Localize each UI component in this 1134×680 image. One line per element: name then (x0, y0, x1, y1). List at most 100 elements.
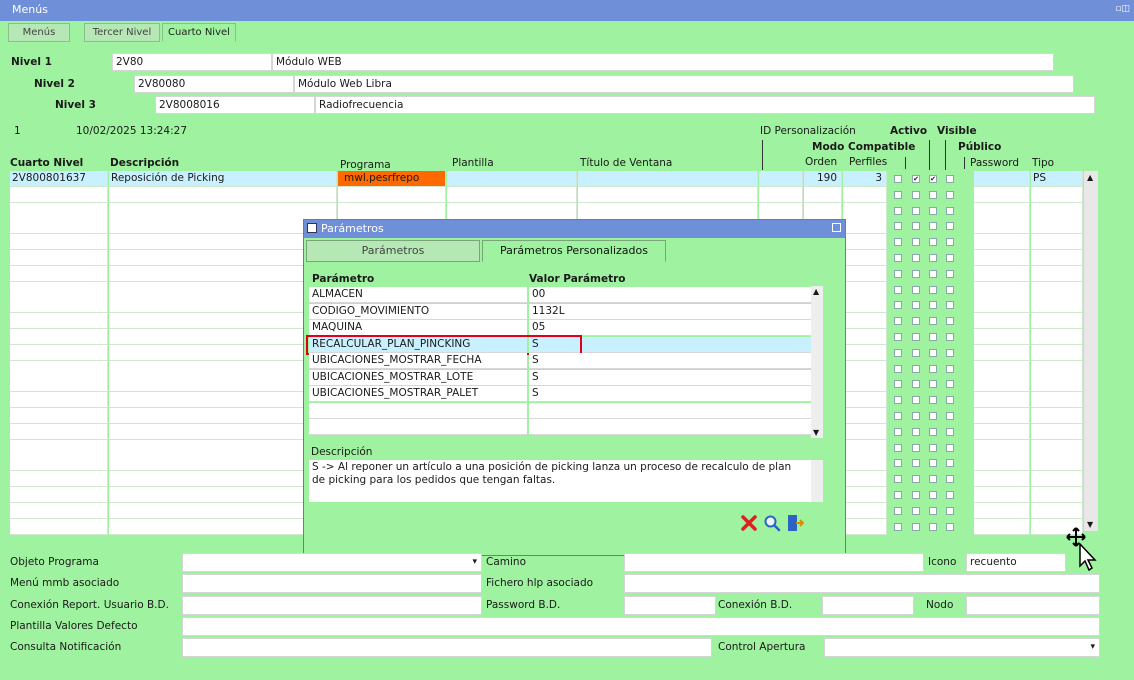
row-checkbox[interactable] (946, 443, 954, 452)
icono-field[interactable]: recuento (966, 553, 1066, 572)
table-cell[interactable] (974, 360, 1030, 377)
table-cell[interactable] (10, 313, 108, 330)
table-cell[interactable] (10, 329, 108, 345)
table-cell[interactable] (10, 408, 108, 424)
param-name[interactable] (309, 419, 527, 435)
table-cell[interactable] (1031, 265, 1083, 282)
table-cell[interactable] (10, 518, 108, 535)
nivel3-name-field[interactable]: Radiofrecuencia (315, 96, 1095, 114)
table-cell[interactable] (974, 218, 1030, 235)
table-cell[interactable] (974, 455, 1030, 472)
row-checkbox[interactable] (929, 364, 937, 373)
table-row[interactable] (10, 186, 1096, 203)
row-checkbox[interactable] (946, 364, 954, 373)
row-checkbox[interactable] (929, 301, 937, 310)
row-checkbox[interactable] (894, 364, 902, 373)
table-cell[interactable] (1031, 186, 1083, 203)
row-checkbox[interactable] (946, 190, 954, 199)
table-cell[interactable] (974, 234, 1030, 251)
nodo-field[interactable] (966, 596, 1100, 615)
scroll-down-icon[interactable]: ▼ (813, 428, 819, 437)
row-checkbox[interactable] (894, 333, 902, 341)
row-checkbox[interactable] (912, 222, 920, 231)
table-cell[interactable] (974, 344, 1030, 361)
table-cell[interactable] (843, 360, 887, 377)
row-checkbox[interactable] (946, 254, 954, 262)
conexion-report-field[interactable] (182, 596, 482, 615)
table-cell[interactable] (578, 186, 758, 203)
table-cell[interactable] (843, 281, 887, 298)
row-checkbox[interactable] (946, 206, 954, 215)
row-checkbox[interactable] (929, 254, 937, 262)
table-cell[interactable] (10, 265, 108, 282)
param-name[interactable]: UBICACIONES_MOSTRAR_LOTE (309, 369, 527, 386)
table-cell[interactable] (10, 423, 108, 440)
table-cell[interactable] (1031, 360, 1083, 377)
param-value[interactable]: S (529, 336, 821, 353)
table-cell[interactable] (447, 186, 577, 203)
row-checkbox[interactable] (912, 348, 920, 357)
table-cell[interactable] (843, 408, 887, 424)
row-checkbox[interactable] (929, 206, 937, 215)
table-cell[interactable] (1031, 455, 1083, 472)
table-cell[interactable] (974, 376, 1030, 393)
window-controls-icon[interactable]: ▫◫ (1115, 4, 1130, 14)
table-cell[interactable] (10, 218, 108, 235)
row-checkbox[interactable] (894, 522, 902, 531)
row-checkbox[interactable] (929, 317, 937, 326)
search-icon[interactable] (763, 514, 781, 532)
table-cell[interactable] (974, 392, 1030, 409)
param-value[interactable]: S (529, 369, 821, 386)
row-checkbox[interactable] (894, 443, 902, 452)
scroll-up-icon[interactable]: ▲ (813, 287, 819, 296)
table-cell[interactable] (1031, 281, 1083, 298)
dialog-close-icon[interactable] (832, 223, 841, 232)
param-row[interactable]: ALMACEN 00 (309, 287, 821, 303)
fichero-hlp-field[interactable] (624, 574, 1100, 593)
camino-field[interactable] (624, 553, 924, 572)
param-value[interactable]: S (529, 386, 821, 402)
table-cell[interactable] (1031, 329, 1083, 345)
row-checkbox[interactable] (912, 522, 920, 531)
row-checkbox[interactable] (894, 380, 902, 389)
row-checkbox[interactable] (912, 427, 920, 436)
row-checkbox[interactable] (946, 269, 954, 278)
plantilla-valores-field[interactable] (182, 617, 1100, 636)
table-cell[interactable] (10, 234, 108, 251)
row-checkbox[interactable] (912, 380, 920, 389)
nivel3-code-field[interactable]: 2V8008016 (155, 96, 315, 114)
table-cell[interactable] (10, 344, 108, 361)
row-checkbox[interactable] (912, 459, 920, 468)
param-row[interactable]: MAQUINA 05 (309, 320, 821, 336)
param-name[interactable] (309, 402, 527, 419)
table-cell[interactable] (843, 297, 887, 314)
table-cell[interactable] (974, 423, 1030, 440)
row-checkbox[interactable] (946, 333, 954, 341)
table-cell[interactable] (1031, 344, 1083, 361)
param-row[interactable]: RECALCULAR_PLAN_PINCKING S (306, 334, 821, 355)
table-cell[interactable] (974, 281, 1030, 298)
table-cell[interactable] (447, 171, 577, 187)
row-checkbox[interactable] (912, 506, 920, 515)
dropdown-arrow-icon[interactable]: ▾ (472, 554, 477, 571)
row-checkbox[interactable] (946, 506, 954, 515)
nivel2-code-field[interactable]: 2V80080 (134, 75, 294, 93)
table-cell[interactable] (1031, 202, 1083, 219)
exit-door-icon[interactable] (786, 514, 804, 532)
table-cell[interactable] (974, 518, 1030, 535)
table-cell[interactable] (843, 234, 887, 251)
row-checkbox[interactable] (894, 285, 902, 294)
row-checkbox[interactable] (912, 491, 920, 499)
param-row[interactable]: CODIGO_MOVIMIENTO 1132L (309, 303, 821, 320)
row-checkbox[interactable] (912, 364, 920, 373)
row-checkbox[interactable] (946, 285, 954, 294)
row-checkbox[interactable] (946, 427, 954, 436)
row-checkbox[interactable] (912, 269, 920, 278)
table-cell[interactable] (1031, 487, 1083, 503)
table-cell[interactable] (843, 202, 887, 219)
delete-icon[interactable] (740, 514, 758, 532)
table-cell[interactable] (10, 439, 108, 456)
param-row[interactable] (309, 419, 821, 435)
table-cell[interactable] (974, 313, 1030, 330)
table-cell[interactable] (10, 471, 108, 488)
